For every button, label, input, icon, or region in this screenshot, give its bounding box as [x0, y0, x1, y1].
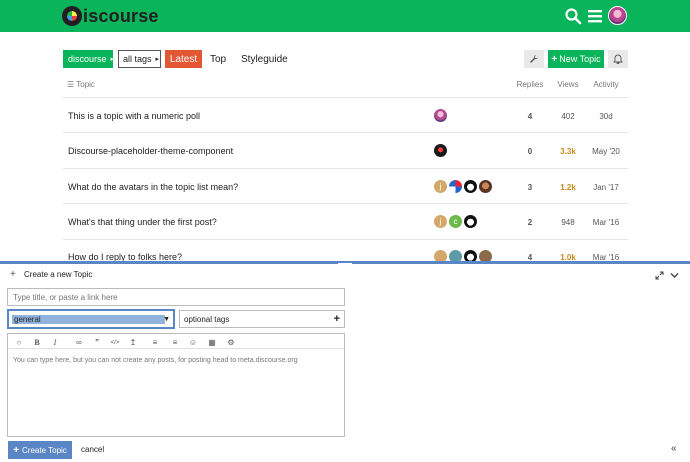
editor-container: You can type here, but you can not creat…: [7, 333, 345, 437]
caret-right-icon: ▸: [155, 56, 160, 63]
row-divider: [63, 203, 628, 204]
fullscreen-icon[interactable]: [655, 271, 664, 280]
views-column-header[interactable]: Views: [548, 80, 588, 89]
avatar[interactable]: [464, 180, 477, 193]
gear-icon[interactable]: ⚙: [226, 338, 236, 348]
discourse-logo-icon: [62, 6, 82, 26]
category-dropdown[interactable]: discourse ▸: [63, 50, 115, 68]
italic-icon[interactable]: I: [50, 338, 60, 348]
replies-column-header[interactable]: Replies: [510, 80, 550, 89]
new-topic-button[interactable]: + New Topic: [548, 50, 604, 68]
collapse-preview-icon[interactable]: «: [671, 443, 677, 454]
caret-right-icon: ▸: [110, 56, 115, 63]
replies-count: 0: [527, 147, 533, 156]
site-header: iscourse: [0, 0, 690, 32]
calendar-icon[interactable]: ▦: [207, 338, 217, 348]
avatar[interactable]: j: [434, 180, 447, 193]
create-topic-button[interactable]: + Create Topic: [8, 441, 72, 459]
tab-top[interactable]: Top: [210, 54, 226, 65]
tab-styleguide[interactable]: Styleguide: [241, 54, 288, 65]
topic-header-label: Topic: [76, 80, 95, 89]
row-divider: [63, 168, 628, 169]
code-icon[interactable]: </>: [110, 338, 120, 348]
new-topic-label: New Topic: [559, 54, 601, 64]
plus-icon: +: [10, 269, 16, 280]
views-count: 948: [561, 218, 575, 227]
bold-icon[interactable]: B: [32, 338, 42, 348]
table-header-divider: [63, 97, 628, 98]
row-divider: [63, 132, 628, 133]
create-topic-label: Create Topic: [22, 445, 67, 455]
tags-dropdown[interactable]: all tags ▸: [118, 50, 161, 68]
wrench-icon: [530, 55, 538, 63]
logo-text: iscourse: [83, 5, 159, 26]
search-icon[interactable]: [564, 7, 582, 25]
plus-icon: +: [13, 444, 20, 456]
site-logo[interactable]: iscourse: [62, 5, 159, 27]
views-count: 1.0k: [560, 253, 576, 261]
editor-textarea[interactable]: You can type here, but you can not creat…: [13, 357, 333, 364]
topic-title-input[interactable]: [7, 288, 345, 306]
chevron-down-icon[interactable]: [670, 272, 679, 279]
bulk-select-button[interactable]: [524, 50, 544, 68]
upload-icon[interactable]: ↥: [128, 338, 138, 348]
tag-chooser[interactable]: optional tags +: [179, 310, 345, 328]
avatar[interactable]: [464, 215, 477, 228]
blockquote-icon[interactable]: ”: [92, 338, 102, 348]
activity-date[interactable]: Jan '17: [586, 183, 626, 192]
views-count: 402: [561, 112, 575, 121]
category-selected: general: [12, 314, 165, 324]
quote-icon[interactable]: ○: [14, 338, 24, 348]
tab-latest[interactable]: Latest: [165, 50, 202, 68]
replies-count: 2: [527, 218, 533, 227]
topic-title-link[interactable]: What do the avatars in the topic list me…: [68, 182, 238, 192]
topic-title-link[interactable]: How do I reply to folks here?: [68, 252, 182, 261]
tags-label: all tags: [123, 54, 152, 64]
category-label: discourse: [68, 54, 107, 64]
notification-level-button[interactable]: [608, 50, 628, 68]
composer-title: Create a new Topic: [24, 270, 93, 279]
activity-date[interactable]: 30d: [586, 112, 626, 121]
views-count: 1.2k: [560, 183, 576, 192]
avatar[interactable]: [479, 250, 492, 261]
topic-column-header[interactable]: ☰ Topic: [67, 80, 95, 89]
avatar[interactable]: [464, 250, 477, 261]
avatar[interactable]: [434, 144, 447, 157]
avatar[interactable]: j: [434, 215, 447, 228]
bullet-list-icon[interactable]: ≡: [150, 338, 160, 348]
avatar[interactable]: [434, 250, 447, 261]
numbered-list-icon[interactable]: ≡: [170, 338, 180, 348]
activity-date[interactable]: May '20: [586, 147, 626, 156]
hamburger-menu-icon[interactable]: [586, 7, 604, 25]
replies-count: 3: [527, 183, 533, 192]
activity-date[interactable]: Mar '16: [586, 253, 626, 261]
avatar[interactable]: [479, 180, 492, 193]
row-divider: [63, 239, 628, 240]
caret-down-icon: ▼: [163, 315, 170, 323]
topic-title-link[interactable]: This is a topic with a numeric poll: [68, 111, 200, 121]
plus-icon: +: [333, 313, 340, 325]
list-icon: ☰: [67, 80, 75, 89]
cancel-link[interactable]: cancel: [81, 445, 104, 454]
topic-title-link[interactable]: Discourse-placeholder-theme-component: [68, 146, 233, 156]
replies-count: 4: [527, 253, 533, 261]
link-icon[interactable]: ∞: [74, 338, 84, 348]
avatar[interactable]: [449, 250, 462, 261]
plus-icon: +: [551, 53, 558, 65]
tags-placeholder: optional tags: [184, 314, 230, 324]
activity-date[interactable]: Mar '16: [586, 218, 626, 227]
user-avatar[interactable]: [608, 6, 627, 25]
avatar[interactable]: [434, 109, 447, 122]
replies-count: 4: [527, 112, 533, 121]
category-chooser[interactable]: general ▼: [7, 309, 175, 329]
topic-title-link[interactable]: What's that thing under the first post?: [68, 217, 217, 227]
emoji-icon[interactable]: ☺: [188, 338, 198, 348]
avatar[interactable]: [449, 180, 462, 193]
bell-icon: [613, 54, 623, 64]
avatar[interactable]: c: [449, 215, 462, 228]
activity-column-header[interactable]: Activity: [586, 80, 626, 89]
views-count: 3.3k: [560, 147, 576, 156]
